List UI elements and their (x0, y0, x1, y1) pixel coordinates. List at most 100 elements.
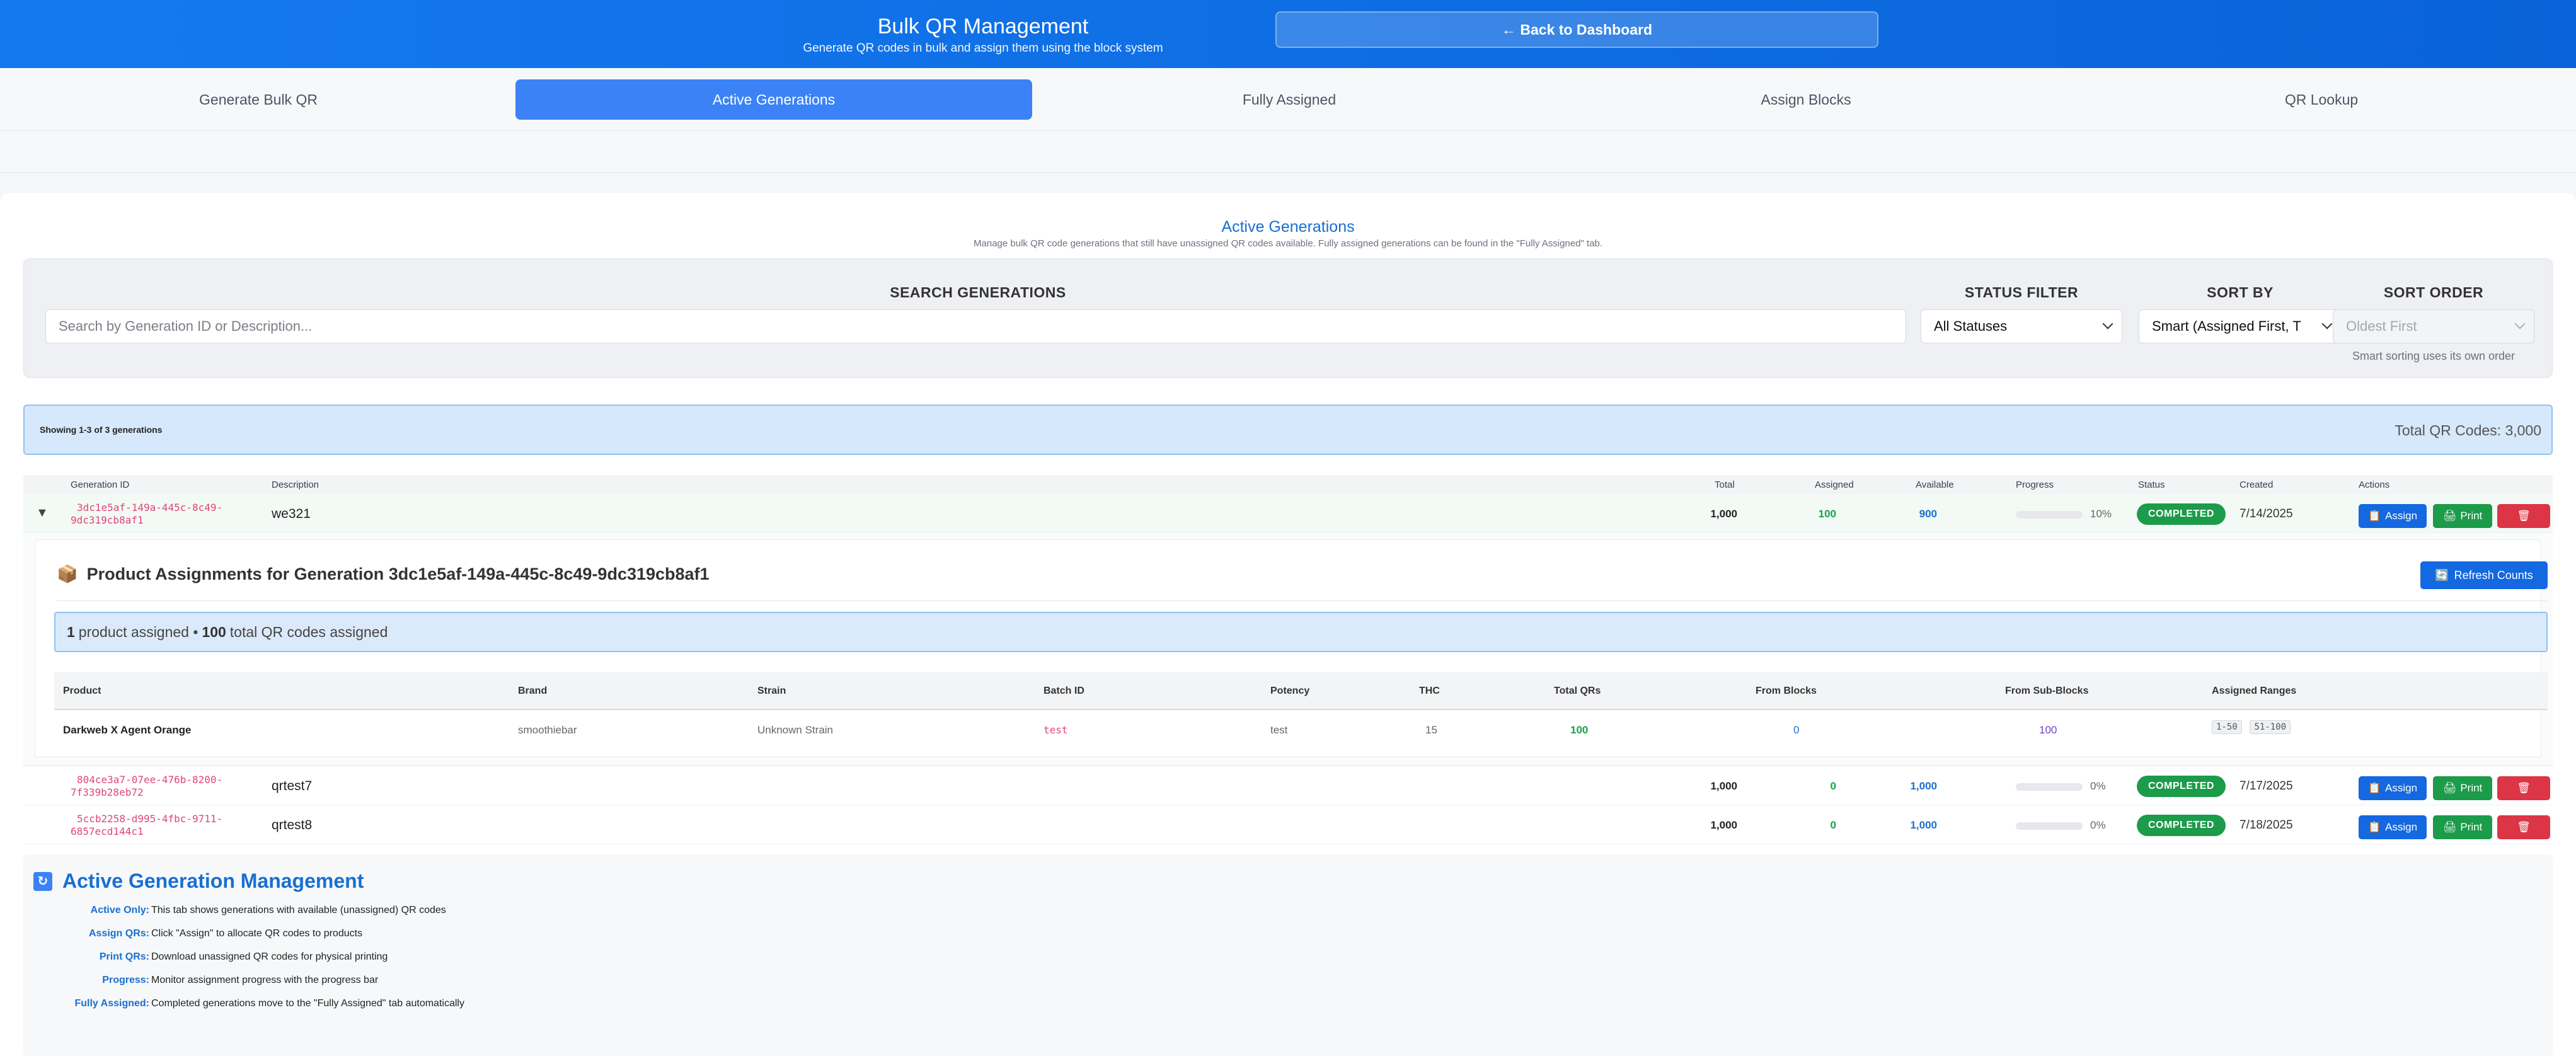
product-name: Darkweb X Agent Orange (63, 724, 192, 736)
showing-count: Showing 1-3 of 3 generations (40, 425, 163, 435)
sort-order-label: SORT ORDER (2383, 284, 2484, 301)
chevron-down-icon (2514, 318, 2526, 330)
divider (57, 600, 2548, 601)
info-title: ↻ Active Generation Management (33, 869, 364, 893)
assigned-count: 100 (1818, 508, 1836, 520)
tab-active-generations[interactable]: Active Generations (515, 79, 1032, 120)
printer-icon: 🖨 (2442, 510, 2457, 522)
collapse-toggle-icon[interactable]: ▼ (36, 506, 49, 520)
app-header: Bulk QR Management Generate QR codes in … (0, 0, 2576, 68)
range-chip: 51-100 (2250, 720, 2291, 734)
product-table-header: Product Brand Strain Batch ID Potency TH… (54, 672, 2548, 710)
delete-button[interactable]: 🗑 (2497, 776, 2550, 800)
refresh-counts-button[interactable]: 🔄 Refresh Counts (2420, 561, 2548, 589)
range-chip: 1-50 (2212, 720, 2242, 734)
delete-button[interactable]: 🗑 (2497, 815, 2550, 839)
tab-fully-assigned[interactable]: Fully Assigned (1031, 79, 1548, 120)
printer-icon: 🖨 (2442, 821, 2457, 833)
progress-bar (2016, 822, 2083, 830)
section-subtitle: Manage bulk QR code generations that sti… (974, 238, 1602, 249)
assign-button[interactable]: 📋 Assign (2359, 815, 2427, 839)
from-blocks-value: 0 (1793, 724, 1800, 736)
generations-table: Generation ID Description Total Assigned… (23, 475, 2553, 844)
sort-by-select[interactable]: Smart (Assigned First, T (2139, 309, 2342, 343)
status-filter-value: All Statuses (1934, 318, 2008, 334)
col-from-blocks: From Blocks (1756, 686, 1817, 696)
status-badge: COMPLETED (2137, 776, 2226, 797)
total-count: 1,000 (1710, 508, 1737, 520)
col-from-sub-blocks: From Sub-Blocks (2005, 686, 2089, 696)
col-total-qrs: Total QRs (1554, 686, 1601, 696)
refresh-icon: ↻ (33, 871, 52, 891)
clipboard-icon: 📋 (2367, 782, 2382, 794)
print-button[interactable]: 🖨 Print (2433, 815, 2492, 839)
sort-by-value: Smart (Assigned First, T (2152, 318, 2301, 334)
available-count: 1,000 (1910, 780, 1937, 792)
generation-description: we321 (272, 507, 311, 521)
created-date: 7/18/2025 (2240, 818, 2293, 832)
clipboard-icon: 📋 (2367, 510, 2382, 522)
sort-order-select[interactable]: Oldest First (2333, 309, 2534, 343)
assign-button[interactable]: 📋 Assign (2359, 776, 2427, 800)
trash-icon: 🗑 (2517, 510, 2531, 522)
chevron-down-icon (2321, 318, 2333, 330)
info-item: Assign QRs: Click "Assign" to allocate Q… (88, 928, 363, 939)
product-row: Darkweb X Agent Orange smoothiebar Unkno… (54, 710, 2548, 749)
table-row[interactable]: 5ccb2258-d995-4fbc-9711-6857ecd144c1 qrt… (23, 805, 2553, 844)
tab-generate-bulk-qr[interactable]: Generate Bulk QR (0, 79, 517, 120)
col-assigned-ranges: Assigned Ranges (2212, 686, 2297, 696)
table-row[interactable]: 804ce3a7-07ee-476b-8200-7f339b28eb72 qrt… (23, 766, 2553, 805)
col-actions: Actions (2359, 479, 2390, 490)
info-item: Progress: Monitor assignment progress wi… (102, 975, 379, 985)
assigned-count: 0 (1830, 780, 1836, 792)
available-count: 900 (1919, 508, 1937, 520)
info-box: ↻ Active Generation Management Active On… (23, 854, 2553, 1056)
package-icon: 📦 (57, 565, 78, 583)
col-potency: Potency (1270, 686, 1310, 696)
chevron-down-icon (2102, 318, 2113, 330)
refresh-icon: 🔄 (2435, 568, 2449, 582)
progress-percent: 10% (2090, 508, 2112, 520)
status-filter-label: STATUS FILTER (1964, 284, 2079, 301)
print-button[interactable]: 🖨 Print (2433, 776, 2492, 800)
total-count: 1,000 (1710, 780, 1737, 792)
product-assignments-table: Product Brand Strain Batch ID Potency TH… (54, 672, 2548, 749)
created-date: 7/17/2025 (2240, 779, 2293, 793)
results-summary: Showing 1-3 of 3 generations Total QR Co… (23, 405, 2553, 455)
created-date: 7/14/2025 (2240, 507, 2293, 520)
delete-button[interactable]: 🗑 (2497, 504, 2550, 528)
table-row[interactable]: ▼ 3dc1e5af-149a-445c-8c49-9dc319cb8af1 w… (23, 494, 2553, 533)
expanded-panel: 📦 Product Assignments for Generation 3dc… (23, 533, 2553, 766)
clipboard-icon: 📋 (2367, 821, 2382, 833)
tab-bar: Generate Bulk QR Active Generations Full… (0, 68, 2576, 131)
generation-id: 5ccb2258-d995-4fbc-9711-6857ecd144c1 (71, 813, 223, 837)
search-label: SEARCH GENERATIONS (890, 284, 1066, 301)
col-available: Available (1916, 479, 1954, 490)
status-badge: COMPLETED (2137, 503, 2226, 525)
assign-button[interactable]: 📋 Assign (2359, 504, 2427, 528)
sort-order-hint: Smart sorting uses its own order (2352, 350, 2516, 362)
col-status: Status (2138, 479, 2165, 490)
page-subtitle: Generate QR codes in bulk and assign the… (803, 42, 1163, 55)
status-filter-select[interactable]: All Statuses (1921, 309, 2122, 343)
tab-assign-blocks[interactable]: Assign Blocks (1548, 79, 2064, 120)
col-progress: Progress (2016, 479, 2054, 490)
generation-description: qrtest8 (272, 818, 313, 832)
printer-icon: 🖨 (2442, 782, 2457, 794)
back-to-dashboard-button[interactable]: ← Back to Dashboard (1275, 11, 1878, 48)
assigned-ranges: 1-50 51-100 (2212, 720, 2296, 734)
print-button[interactable]: 🖨 Print (2433, 504, 2492, 528)
search-input[interactable]: Search by Generation ID or Description..… (45, 309, 1906, 343)
tab-qr-lookup[interactable]: QR Lookup (2063, 79, 2576, 120)
col-batch-id: Batch ID (1044, 686, 1084, 696)
strain-name: Unknown Strain (757, 724, 834, 736)
available-count: 1,000 (1910, 819, 1937, 831)
product-assignments-card: 📦 Product Assignments for Generation 3dc… (35, 539, 2548, 757)
brand-name: smoothiebar (518, 724, 577, 736)
info-item: Active Only: This tab shows generations … (90, 905, 446, 915)
col-total: Total (1715, 479, 1735, 490)
trash-icon: 🗑 (2517, 782, 2531, 794)
col-generation-id: Generation ID (71, 479, 130, 490)
total-qr-codes: Total QR Codes: 3,000 (2395, 422, 2541, 439)
generation-id: 804ce3a7-07ee-476b-8200-7f339b28eb72 (71, 774, 223, 798)
